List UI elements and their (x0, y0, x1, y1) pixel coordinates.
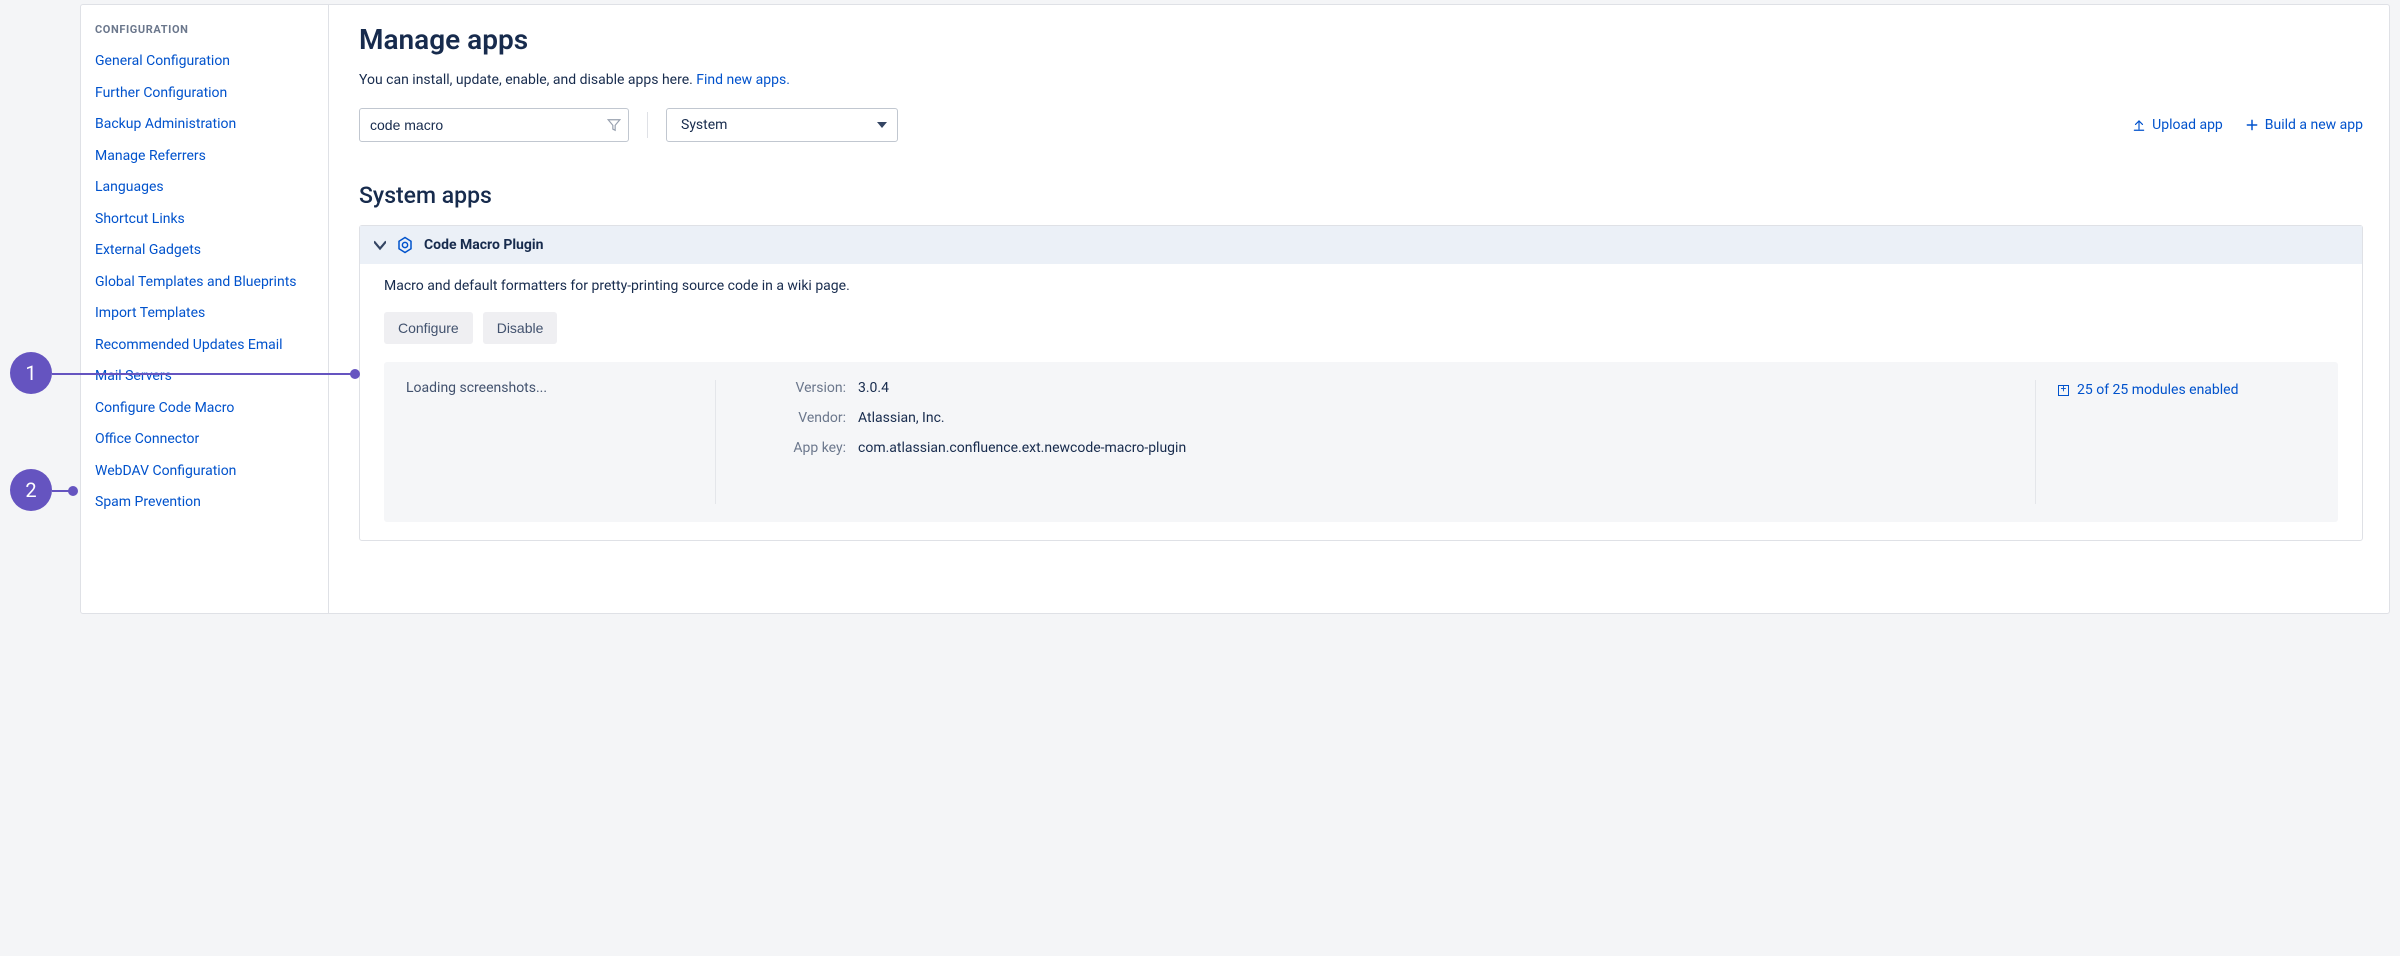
sidebar-item-languages[interactable]: Languages (95, 172, 318, 204)
kv-vendor: Vendor: Atlassian, Inc. (738, 410, 2013, 426)
sidebar-item-manage-referrers[interactable]: Manage Referrers (95, 141, 318, 173)
kv-appkey-key: App key: (738, 440, 858, 456)
metadata-column: Version: 3.0.4 Vendor: Atlassian, Inc. A… (716, 380, 2036, 504)
kv-appkey-value: com.atlassian.confluence.ext.newcode-mac… (858, 440, 2013, 456)
kv-version-value: 3.0.4 (858, 380, 2013, 396)
expand-icon: + (2058, 385, 2069, 396)
section-title: System apps (359, 182, 2363, 209)
search-input[interactable] (359, 108, 629, 142)
sidebar: CONFIGURATION General Configuration Furt… (81, 5, 329, 613)
admin-panel: CONFIGURATION General Configuration Furt… (80, 4, 2390, 614)
sidebar-item-mail-servers[interactable]: Mail Servers (95, 361, 318, 393)
sidebar-item-external-gadgets[interactable]: External Gadgets (95, 235, 318, 267)
modules-toggle[interactable]: + 25 of 25 modules enabled (2058, 382, 2239, 398)
page-title: Manage apps (359, 23, 2363, 56)
main-content: Manage apps You can install, update, ena… (329, 5, 2389, 613)
filter-row: System Upload app (359, 108, 2363, 142)
kv-vendor-value: Atlassian, Inc. (858, 410, 2013, 426)
intro-prefix: You can install, update, enable, and dis… (359, 72, 696, 88)
build-app-link[interactable]: Build a new app (2245, 117, 2363, 133)
category-select[interactable]: System (666, 108, 898, 142)
sidebar-item-webdav-configuration[interactable]: WebDAV Configuration (95, 456, 318, 488)
app-body: Macro and default formatters for pretty-… (360, 264, 2362, 540)
filter-icon (607, 118, 621, 132)
modules-column: + 25 of 25 modules enabled (2036, 380, 2316, 504)
annotation-2-dot (68, 486, 78, 496)
kv-vendor-key: Vendor: (738, 410, 858, 426)
screenshots-column: Loading screenshots... (406, 380, 716, 504)
intro-text: You can install, update, enable, and dis… (359, 72, 2363, 88)
sidebar-item-configure-code-macro[interactable]: Configure Code Macro (95, 393, 318, 425)
plugin-icon (396, 236, 414, 254)
search-input-wrap (359, 108, 629, 142)
detail-panel: Loading screenshots... Version: 3.0.4 Ve… (384, 362, 2338, 522)
app-actions: Configure Disable (384, 312, 2338, 344)
annotation-1: 1 (10, 352, 52, 394)
category-select-value: System (681, 117, 727, 133)
vertical-divider (647, 112, 648, 138)
sidebar-item-backup-administration[interactable]: Backup Administration (95, 109, 318, 141)
upload-app-label: Upload app (2152, 117, 2223, 133)
kv-version: Version: 3.0.4 (738, 380, 2013, 396)
sidebar-item-office-connector[interactable]: Office Connector (95, 424, 318, 456)
sidebar-section-header: CONFIGURATION (95, 23, 318, 36)
annotation-1-dot (350, 369, 360, 379)
app-name: Code Macro Plugin (424, 237, 543, 253)
caret-down-icon (877, 120, 887, 130)
chevron-down-icon (374, 239, 386, 251)
find-new-apps-link[interactable]: Find new apps. (696, 72, 790, 88)
sidebar-item-recommended-updates-email[interactable]: Recommended Updates Email (95, 330, 318, 362)
modules-text: 25 of 25 modules enabled (2077, 382, 2239, 398)
build-app-label: Build a new app (2265, 117, 2363, 133)
kv-appkey: App key: com.atlassian.confluence.ext.ne… (738, 440, 2013, 456)
app-description: Macro and default formatters for pretty-… (384, 278, 2338, 294)
right-actions: Upload app Build a new app (2132, 117, 2363, 133)
upload-app-link[interactable]: Upload app (2132, 117, 2223, 133)
annotation-1-line (52, 373, 352, 375)
plus-icon (2245, 118, 2259, 132)
annotation-2: 2 (10, 469, 52, 511)
sidebar-item-global-templates[interactable]: Global Templates and Blueprints (95, 267, 318, 299)
configure-button[interactable]: Configure (384, 312, 473, 344)
kv-version-key: Version: (738, 380, 858, 396)
app-card: Code Macro Plugin Macro and default form… (359, 225, 2363, 541)
sidebar-item-general-configuration[interactable]: General Configuration (95, 46, 318, 78)
sidebar-item-import-templates[interactable]: Import Templates (95, 298, 318, 330)
upload-icon (2132, 118, 2146, 132)
app-header[interactable]: Code Macro Plugin (360, 226, 2362, 264)
sidebar-item-shortcut-links[interactable]: Shortcut Links (95, 204, 318, 236)
loading-text: Loading screenshots... (406, 380, 547, 396)
sidebar-item-spam-prevention[interactable]: Spam Prevention (95, 487, 318, 519)
disable-button[interactable]: Disable (483, 312, 558, 344)
sidebar-item-further-configuration[interactable]: Further Configuration (95, 78, 318, 110)
